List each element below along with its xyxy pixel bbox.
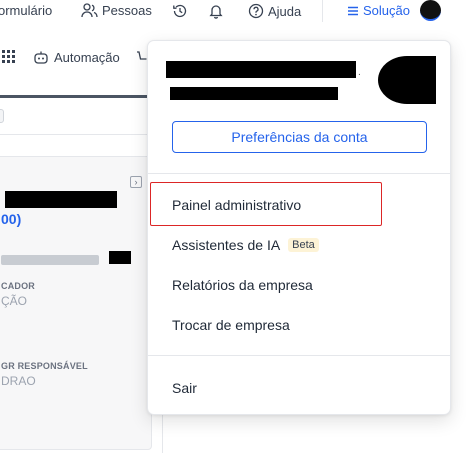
nav-solucao[interactable]: Solução: [347, 3, 410, 18]
field-value: ÇÃO: [1, 294, 28, 308]
nav-formulario[interactable]: ormulário: [0, 3, 52, 18]
nav-pessoas-label: Pessoas: [102, 3, 152, 18]
nav-solucao-label: Solução: [363, 3, 410, 18]
menu-item-label: Sair: [172, 380, 197, 396]
section-divider: [0, 134, 148, 135]
record-code: 00): [1, 211, 22, 227]
nav-formulario-label: ormulário: [0, 3, 53, 18]
history-button[interactable]: [172, 3, 188, 19]
redacted-email-suffix: [109, 251, 131, 264]
avatar: [378, 56, 436, 104]
record-card: › 00) CADOR ÇÃO GR RESPONSÁVEL DRAO: [0, 156, 152, 450]
menu-item-label: Assistentes de IA: [172, 237, 281, 253]
redacted-user-email: [170, 87, 338, 100]
menu-divider: [148, 355, 450, 356]
menu-item-label: Relatórios da empresa: [172, 277, 313, 293]
nav-pessoas[interactable]: Pessoas: [81, 3, 152, 18]
apps-grid-button[interactable]: [2, 50, 16, 64]
field-label: CADOR: [1, 281, 35, 291]
field-edge: [0, 109, 4, 123]
nav-ajuda[interactable]: Ajuda: [248, 3, 301, 19]
field-value: DRAO: [1, 374, 36, 388]
account-preferences-button[interactable]: Preferências da conta: [172, 121, 427, 153]
menu-item-ai-assistants[interactable]: Assistentes de IA Beta: [172, 237, 319, 253]
secondary-toolbar: Automação: [0, 44, 150, 74]
menu-divider: [148, 173, 450, 174]
field-label: GR RESPONSÁVEL: [1, 361, 88, 371]
beta-badge: Beta: [288, 238, 319, 252]
redacted-user-name: [166, 61, 356, 78]
top-navigation-bar: ormulário Pessoas Ajuda Solução: [0, 0, 466, 22]
menu-item-logout[interactable]: Sair: [172, 380, 197, 396]
menu-item-company-reports[interactable]: Relatórios da empresa: [172, 277, 313, 293]
user-avatar-button[interactable]: [420, 0, 441, 21]
menu-icon: [348, 6, 358, 15]
people-icon: [81, 3, 98, 18]
automation-label: Automação: [54, 50, 120, 65]
automation-button[interactable]: Automação: [33, 50, 120, 65]
account-dropdown-menu: . Preferências da conta Painel administr…: [147, 40, 451, 415]
expand-icon[interactable]: ›: [130, 176, 142, 188]
menu-item-label: Painel administrativo: [172, 197, 302, 213]
robot-icon: [34, 51, 48, 64]
menu-item-admin-panel[interactable]: Painel administrativo: [172, 197, 301, 213]
active-tab-indicator: [0, 95, 148, 98]
panel-divider: [162, 410, 163, 453]
menu-item-switch-company[interactable]: Trocar de empresa: [172, 317, 290, 333]
grid-icon: [2, 50, 15, 63]
redacted-name: [5, 191, 117, 208]
blurred-email: [1, 255, 99, 265]
separator-dot: .: [358, 67, 361, 78]
nav-ajuda-label: Ajuda: [268, 3, 302, 19]
bell-icon: [209, 5, 223, 19]
history-icon: [173, 4, 187, 18]
topbar-divider: [322, 0, 323, 22]
menu-item-label: Trocar de empresa: [172, 317, 290, 333]
help-icon: [248, 3, 264, 19]
notifications-button[interactable]: [208, 3, 224, 19]
